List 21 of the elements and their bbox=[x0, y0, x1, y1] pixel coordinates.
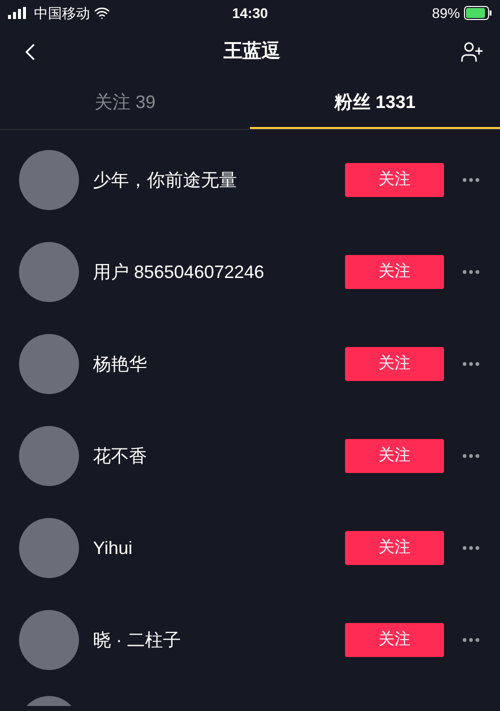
add-user-icon[interactable] bbox=[460, 40, 484, 64]
tab[interactable]: 粉丝 1331 bbox=[250, 78, 500, 129]
user-name[interactable]: 晓 · 二柱子 bbox=[93, 626, 345, 654]
follow-button[interactable]: 关注 bbox=[345, 255, 444, 289]
user-name[interactable]: 少年，你前途无量 bbox=[93, 166, 345, 194]
page-title: 王蓝逗 bbox=[224, 40, 280, 64]
follow-button[interactable]: 关注 bbox=[345, 623, 444, 657]
follow-button[interactable]: 关注 bbox=[345, 439, 444, 473]
tab[interactable]: 关注 39 bbox=[0, 78, 250, 129]
battery-percent: 89% bbox=[432, 4, 460, 22]
user-name[interactable]: Yihui bbox=[93, 534, 345, 562]
user-name[interactable]: 用户 8565046072246 bbox=[93, 258, 345, 286]
clock-time: 14:30 bbox=[232, 4, 268, 22]
wifi-icon bbox=[94, 5, 110, 21]
follow-button[interactable]: 关注 bbox=[345, 163, 444, 197]
user-name[interactable]: 花不香 bbox=[93, 442, 345, 470]
user-name[interactable]: 杨艳华 bbox=[93, 350, 345, 378]
follow-button[interactable]: 关注 bbox=[345, 347, 444, 381]
battery-icon bbox=[464, 6, 492, 20]
carrier-name: 中国移动 bbox=[34, 4, 90, 22]
follow-button[interactable]: 关注 bbox=[345, 531, 444, 565]
